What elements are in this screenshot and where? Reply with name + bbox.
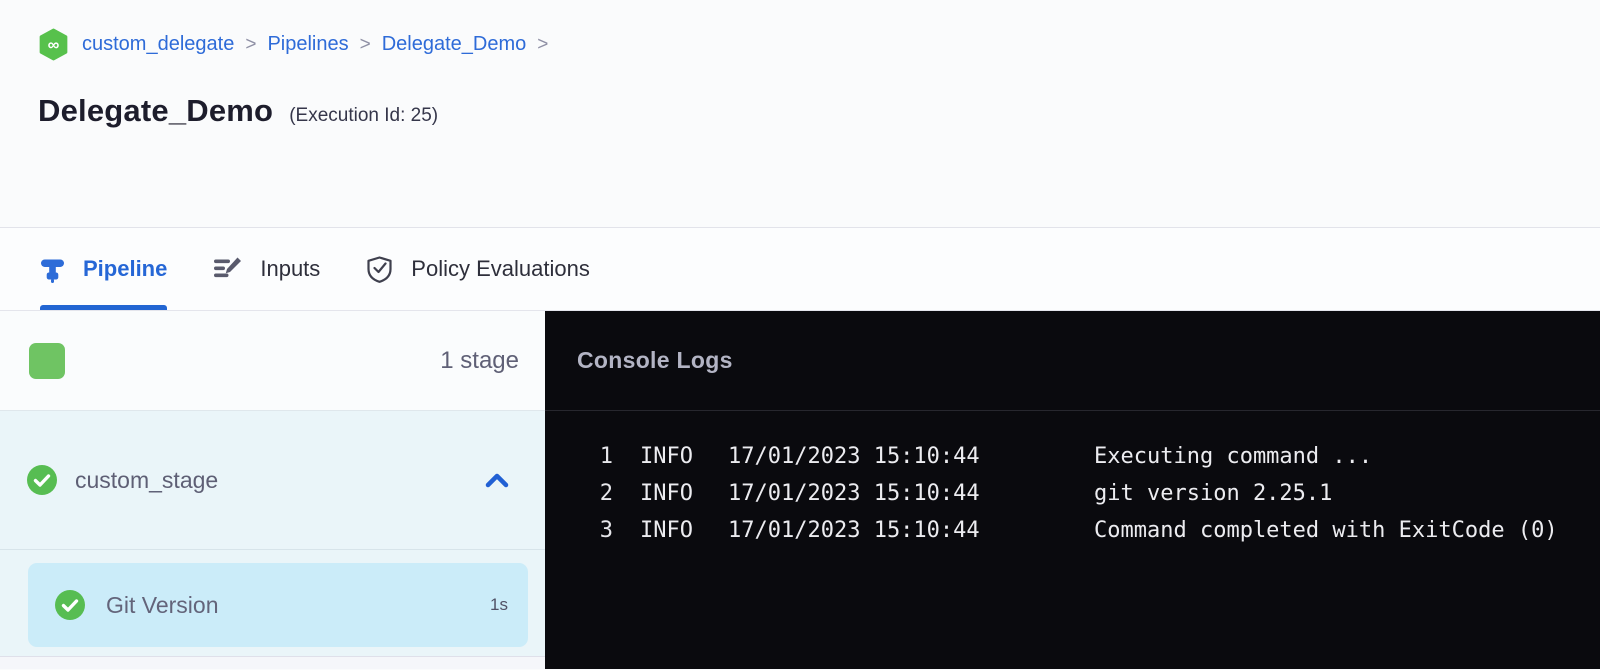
log-line: 2 INFO 17/01/2023 15:10:44 git version 2…	[545, 475, 1600, 512]
inputs-edit-icon	[213, 256, 242, 282]
console-logs-title: Console Logs	[577, 347, 733, 374]
log-line-number: 2	[545, 481, 613, 506]
log-message: Command completed with ExitCode (0)	[1094, 518, 1558, 543]
shield-check-icon	[366, 255, 393, 284]
log-timestamp: 17/01/2023 15:10:44	[728, 518, 982, 543]
stage-name-label: custom_stage	[75, 467, 218, 494]
stage-panel-header: 1 stage	[0, 311, 545, 411]
stage-count-label: 1 stage	[440, 347, 519, 375]
breadcrumb-link-pipelines[interactable]: Pipelines	[267, 33, 348, 56]
stage-success-check-icon	[27, 465, 57, 495]
log-line-number: 3	[545, 518, 613, 543]
tab-pipeline-label: Pipeline	[83, 256, 167, 282]
log-level: INFO	[640, 444, 694, 469]
log-timestamp: 17/01/2023 15:10:44	[728, 444, 982, 469]
log-message: Executing command ...	[1094, 444, 1372, 469]
log-timestamp: 17/01/2023 15:10:44	[728, 481, 982, 506]
stage-collapse-chevron-up-icon[interactable]	[485, 473, 509, 488]
console-logs-panel: Console Logs 1 INFO 17/01/2023 15:10:44 …	[545, 311, 1600, 669]
svg-text:∞: ∞	[48, 36, 60, 54]
step-success-check-icon	[55, 590, 85, 620]
tab-policy-evaluations[interactable]: Policy Evaluations	[366, 228, 590, 310]
console-logs-header: Console Logs	[545, 311, 1600, 411]
tab-policy-evaluations-label: Policy Evaluations	[411, 256, 590, 282]
page-title: Delegate_Demo	[38, 93, 273, 129]
breadcrumb-link-pipeline-name[interactable]: Delegate_Demo	[382, 33, 527, 56]
tab-inputs[interactable]: Inputs	[213, 228, 320, 310]
breadcrumb: ∞ custom_delegate > Pipelines > Delegate…	[38, 28, 1600, 61]
step-list: Git Version 1s	[0, 550, 545, 647]
log-level: INFO	[640, 518, 694, 543]
page-header: ∞ custom_delegate > Pipelines > Delegate…	[0, 0, 1600, 228]
execution-content: 1 stage custom_stage	[0, 311, 1600, 669]
stage-row-custom-stage[interactable]: custom_stage	[0, 411, 545, 550]
breadcrumb-separator: >	[360, 34, 371, 56]
breadcrumb-separator: >	[537, 34, 548, 56]
step-duration-label: 1s	[490, 595, 508, 615]
tab-pipeline[interactable]: Pipeline	[40, 228, 167, 310]
pipeline-icon	[40, 256, 65, 283]
breadcrumb-separator: >	[245, 34, 256, 56]
title-row: Delegate_Demo (Execution Id: 25)	[38, 93, 1600, 129]
log-line-number: 1	[545, 444, 613, 469]
project-infinity-hexagon-icon: ∞	[38, 28, 69, 61]
stage-panel-bottom-strip	[0, 656, 545, 669]
tab-inputs-label: Inputs	[260, 256, 320, 282]
log-line: 1 INFO 17/01/2023 15:10:44 Executing com…	[545, 438, 1600, 475]
breadcrumb-link-project[interactable]: custom_delegate	[82, 33, 234, 56]
step-name-label: Git Version	[106, 592, 219, 619]
execution-id-label: (Execution Id: 25)	[289, 105, 438, 127]
log-level: INFO	[640, 481, 694, 506]
console-log-area: 1 INFO 17/01/2023 15:10:44 Executing com…	[545, 411, 1600, 549]
step-row-git-version[interactable]: Git Version 1s	[28, 563, 528, 647]
stage-panel: 1 stage custom_stage	[0, 311, 545, 669]
execution-tab-bar: Pipeline Inputs Policy Evaluations	[0, 228, 1600, 311]
log-message: git version 2.25.1	[1094, 481, 1332, 506]
pipeline-status-square-icon	[29, 343, 65, 379]
log-line: 3 INFO 17/01/2023 15:10:44 Command compl…	[545, 512, 1600, 549]
